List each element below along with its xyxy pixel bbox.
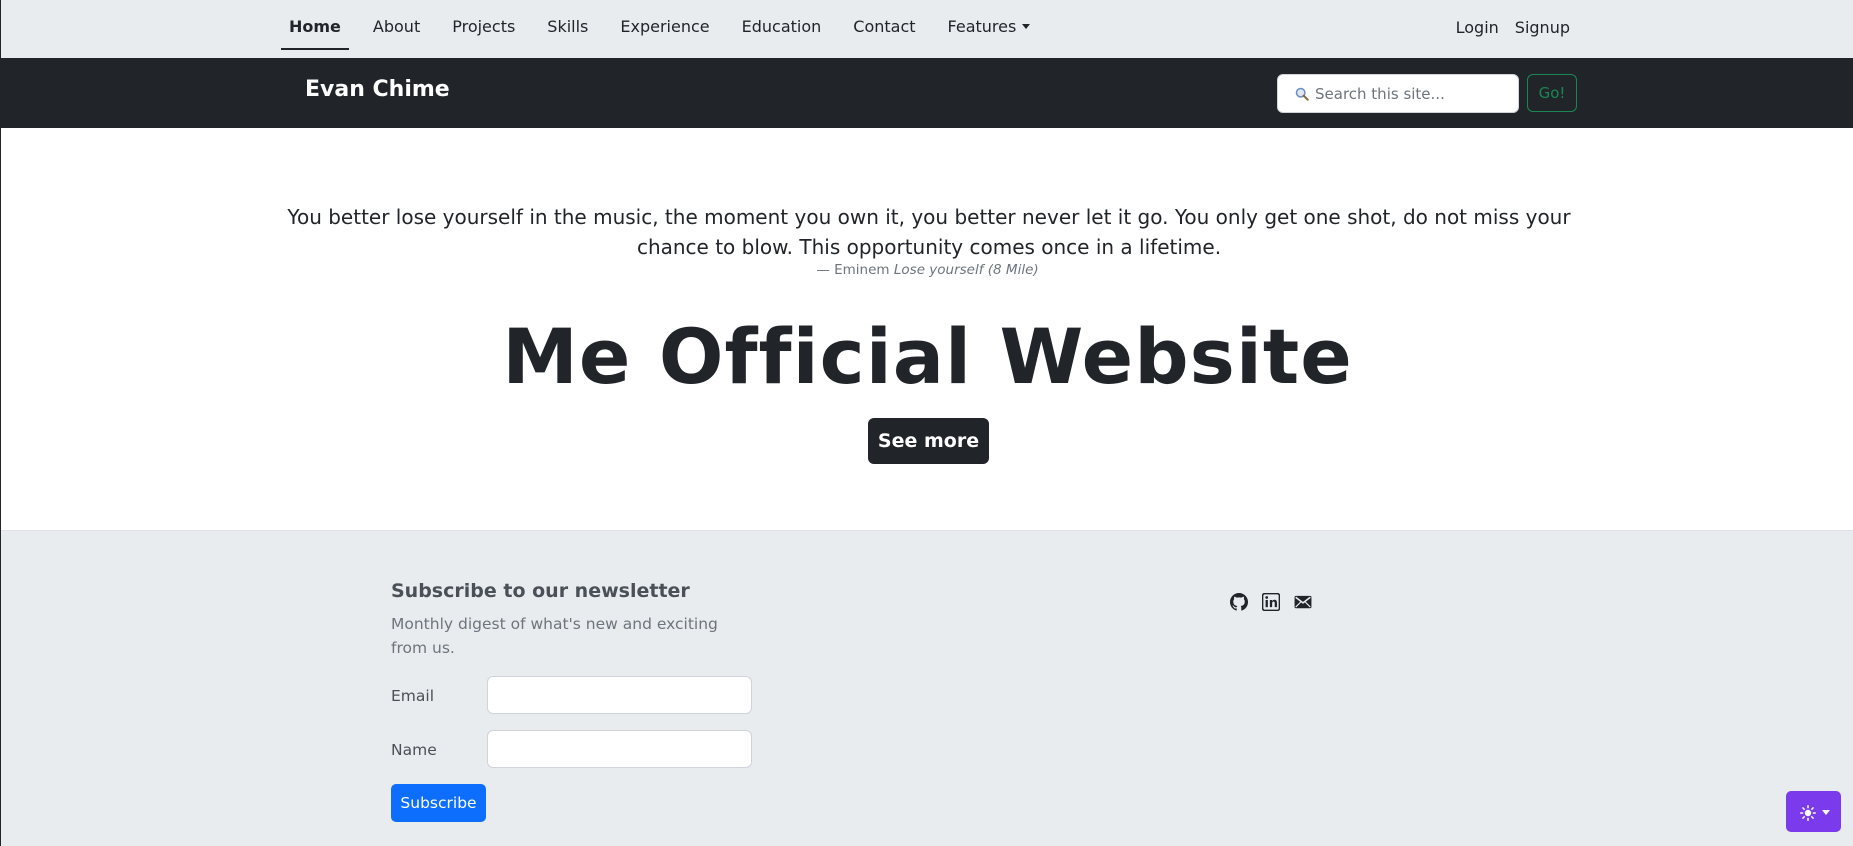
auth-links: Login Signup bbox=[1456, 18, 1570, 37]
nav-item-skills[interactable]: Skills bbox=[539, 0, 596, 50]
chevron-down-icon bbox=[1822, 810, 1830, 815]
nav-item-education[interactable]: Education bbox=[734, 0, 830, 50]
cite-dash: — bbox=[816, 262, 835, 278]
nav-links: Home About Projects Skills Experience Ed… bbox=[281, 0, 1054, 58]
email-field[interactable] bbox=[487, 676, 752, 714]
github-icon[interactable] bbox=[1230, 593, 1248, 611]
hero-title: Me Official Website bbox=[502, 312, 1353, 401]
sun-icon bbox=[1800, 805, 1816, 821]
cite-work: Lose yourself (8 Mile) bbox=[893, 262, 1039, 278]
linkedin-icon[interactable] bbox=[1262, 593, 1280, 611]
login-link[interactable]: Login bbox=[1456, 18, 1499, 37]
nav-item-experience[interactable]: Experience bbox=[612, 0, 717, 50]
signup-link[interactable]: Signup bbox=[1515, 18, 1570, 37]
site-brand[interactable]: Evan Chime bbox=[305, 77, 450, 102]
search-input[interactable] bbox=[1277, 74, 1519, 113]
cite-author: Eminem bbox=[834, 262, 890, 278]
subscribe-button[interactable]: Subscribe bbox=[391, 784, 486, 822]
name-label: Name bbox=[391, 741, 437, 759]
quote-citation: — Eminem Lose yourself (8 Mile) bbox=[1, 262, 1853, 278]
nav-item-contact[interactable]: Contact bbox=[845, 0, 923, 50]
search-go-button[interactable]: Go! bbox=[1527, 74, 1577, 112]
hero-quote: You better lose yourself in the music, t… bbox=[287, 205, 1571, 259]
nav-item-projects[interactable]: Projects bbox=[444, 0, 523, 50]
site-header: Evan Chime Go! bbox=[1, 58, 1853, 128]
newsletter-description: Monthly digest of what's new and excitin… bbox=[391, 615, 718, 657]
newsletter-title: Subscribe to our newsletter bbox=[391, 580, 690, 602]
theme-toggle-button[interactable] bbox=[1786, 791, 1841, 832]
top-navbar: Home About Projects Skills Experience Ed… bbox=[1, 0, 1853, 58]
hero-section: You better lose yourself in the music, t… bbox=[1, 128, 1853, 530]
site-footer: Subscribe to our newsletter Monthly dige… bbox=[1, 530, 1853, 846]
see-more-button[interactable]: See more bbox=[868, 418, 989, 464]
search-icon bbox=[1295, 87, 1309, 101]
nav-item-home[interactable]: Home bbox=[281, 0, 349, 50]
mail-icon[interactable] bbox=[1294, 593, 1312, 611]
email-label: Email bbox=[391, 687, 435, 705]
name-field[interactable] bbox=[487, 730, 752, 768]
nav-item-features-label: Features bbox=[947, 17, 1017, 36]
nav-item-features-dropdown[interactable]: Features bbox=[940, 0, 1039, 50]
chevron-down-icon bbox=[1022, 24, 1031, 29]
nav-item-about[interactable]: About bbox=[365, 0, 428, 50]
